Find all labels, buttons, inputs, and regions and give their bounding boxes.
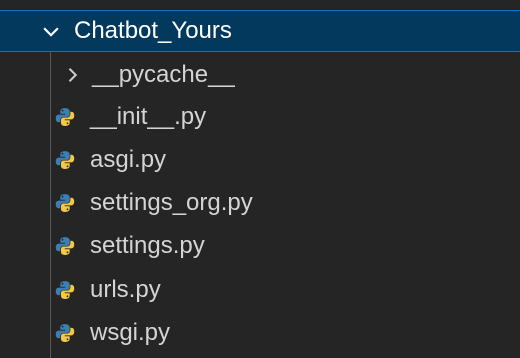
file-row-asgi[interactable]: asgi.py	[0, 140, 520, 180]
folder-label: Chatbot_Yours	[74, 17, 232, 44]
chevron-right-icon[interactable]	[62, 65, 82, 85]
file-label: asgi.py	[90, 146, 167, 173]
python-file-icon	[55, 281, 75, 299]
file-label: settings.py	[90, 232, 205, 259]
folder-label: __pycache__	[92, 61, 235, 88]
file-label: __init__.py	[90, 103, 207, 130]
file-row-init[interactable]: __init__.py	[0, 97, 520, 137]
file-explorer: Chatbot_Yours __pycache__ __init__.py as…	[0, 0, 520, 358]
folder-row-chatbot-yours[interactable]: Chatbot_Yours	[0, 10, 520, 52]
file-row-urls[interactable]: urls.py	[0, 270, 520, 310]
chevron-down-icon[interactable]	[40, 20, 62, 42]
python-file-icon	[55, 151, 75, 169]
file-label: wsgi.py	[90, 319, 171, 346]
file-label: settings_org.py	[90, 189, 253, 216]
python-file-icon	[55, 108, 75, 126]
python-file-icon	[55, 194, 75, 212]
file-label: urls.py	[90, 276, 161, 303]
file-row-wsgi[interactable]: wsgi.py	[0, 313, 520, 353]
file-row-settings[interactable]: settings.py	[0, 226, 520, 266]
python-file-icon	[55, 324, 75, 342]
file-row-settings-org[interactable]: settings_org.py	[0, 183, 520, 223]
folder-row-pycache[interactable]: __pycache__	[0, 55, 520, 95]
python-file-icon	[55, 237, 75, 255]
